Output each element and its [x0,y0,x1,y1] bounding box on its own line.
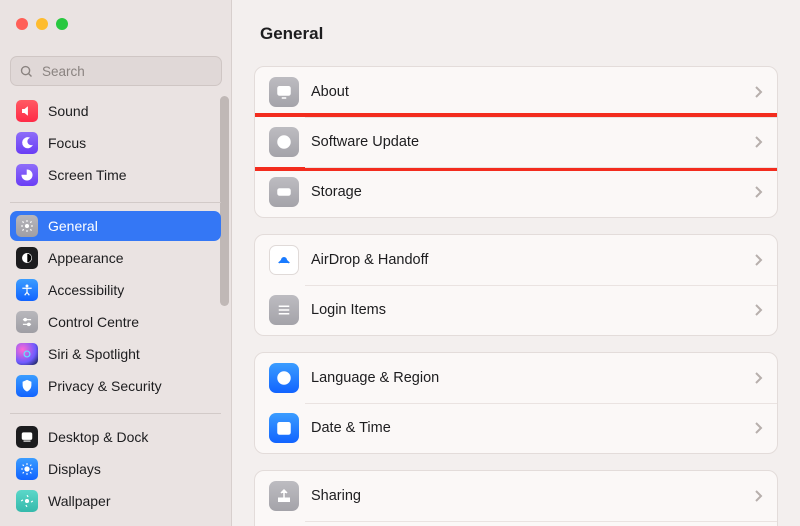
sidebar-item-wallpaper[interactable]: Wallpaper [10,486,221,516]
sidebar-item-label: Privacy & Security [48,378,162,394]
sidebar-item-control-centre[interactable]: Control Centre [10,307,221,337]
row-label: Storage [311,184,753,200]
row-language-region[interactable]: Language & Region [255,353,777,403]
sidebar-item-appearance[interactable]: Appearance [10,243,221,273]
search-icon [19,64,34,79]
chevron-right-icon [753,85,763,99]
row-label: Login Items [311,302,753,318]
row-login-items[interactable]: Login Items [255,285,777,335]
row-label: Language & Region [311,370,753,386]
window-controls [16,18,68,30]
settings-panel: AirDrop & Handoff Login Items [254,234,778,336]
row-label: Software Update [311,134,753,150]
sidebar-item-sound[interactable]: Sound [10,96,221,126]
sidebar: Sound Focus Screen Time G [0,0,232,526]
settings-panel: About Software Update Storage [254,66,778,218]
chevron-right-icon [753,421,763,435]
sidebar-divider [10,202,221,203]
airdrop-icon [269,245,299,275]
row-label: Sharing [311,488,753,504]
gear-icon [16,215,38,237]
sidebar-divider [10,413,221,414]
sidebar-group: Sound Focus Screen Time [0,96,231,190]
sidebar-item-general[interactable]: General [10,211,221,241]
privacy-icon [16,375,38,397]
chevron-right-icon [753,303,763,317]
sidebar-item-label: Wallpaper [48,493,111,509]
accessibility-icon [16,279,38,301]
sidebar-item-label: Screen Time [48,167,127,183]
chevron-right-icon [753,185,763,199]
desktop-dock-icon [16,426,38,448]
about-icon [269,77,299,107]
row-time-machine[interactable]: Time Machine [255,521,777,526]
row-label: AirDrop & Handoff [311,252,753,268]
sidebar-item-focus[interactable]: Focus [10,128,221,158]
sidebar-item-displays[interactable]: Displays [10,454,221,484]
software-update-icon [269,127,299,157]
sidebar-item-label: Desktop & Dock [48,429,148,445]
row-software-update[interactable]: Software Update [255,117,777,167]
main-pane: General About Software Update Stora [232,0,800,526]
search-field-wrap[interactable] [10,56,222,86]
siri-icon [16,343,38,365]
sidebar-item-label: Accessibility [48,282,124,298]
zoom-window-button[interactable] [56,18,68,30]
date-time-icon [269,413,299,443]
row-label: About [311,84,753,100]
chevron-right-icon [753,489,763,503]
sidebar-item-accessibility[interactable]: Accessibility [10,275,221,305]
chevron-right-icon [753,135,763,149]
sidebar-group: Desktop & Dock Displays Wallpaper [0,422,231,516]
focus-icon [16,132,38,154]
row-sharing[interactable]: Sharing [255,471,777,521]
sidebar-item-label: General [48,218,98,234]
sharing-icon [269,481,299,511]
sidebar-item-label: Control Centre [48,314,139,330]
login-items-icon [269,295,299,325]
language-region-icon [269,363,299,393]
page-title: General [254,24,778,44]
sidebar-item-label: Focus [48,135,86,151]
row-storage[interactable]: Storage [255,167,777,217]
row-about[interactable]: About [255,67,777,117]
row-label: Date & Time [311,420,753,436]
settings-panel: Language & Region Date & Time [254,352,778,454]
storage-icon [269,177,299,207]
sidebar-item-screen-time[interactable]: Screen Time [10,160,221,190]
minimize-window-button[interactable] [36,18,48,30]
wallpaper-icon [16,490,38,512]
sidebar-item-siri[interactable]: Siri & Spotlight [10,339,221,369]
sidebar-item-label: Siri & Spotlight [48,346,140,362]
chevron-right-icon [753,253,763,267]
search-input[interactable] [40,63,213,80]
sound-icon [16,100,38,122]
control-centre-icon [16,311,38,333]
settings-panel: Sharing Time Machine [254,470,778,526]
row-airdrop[interactable]: AirDrop & Handoff [255,235,777,285]
row-date-time[interactable]: Date & Time [255,403,777,453]
appearance-icon [16,247,38,269]
chevron-right-icon [753,371,763,385]
sidebar-item-desktop-dock[interactable]: Desktop & Dock [10,422,221,452]
sidebar-item-label: Appearance [48,250,124,266]
sidebar-item-label: Displays [48,461,101,477]
sidebar-item-label: Sound [48,103,88,119]
screen-time-icon [16,164,38,186]
sidebar-group: General Appearance Accessibility Control… [0,211,231,401]
sidebar-list: Sound Focus Screen Time G [0,96,231,526]
displays-icon [16,458,38,480]
close-window-button[interactable] [16,18,28,30]
sidebar-item-privacy[interactable]: Privacy & Security [10,371,221,401]
